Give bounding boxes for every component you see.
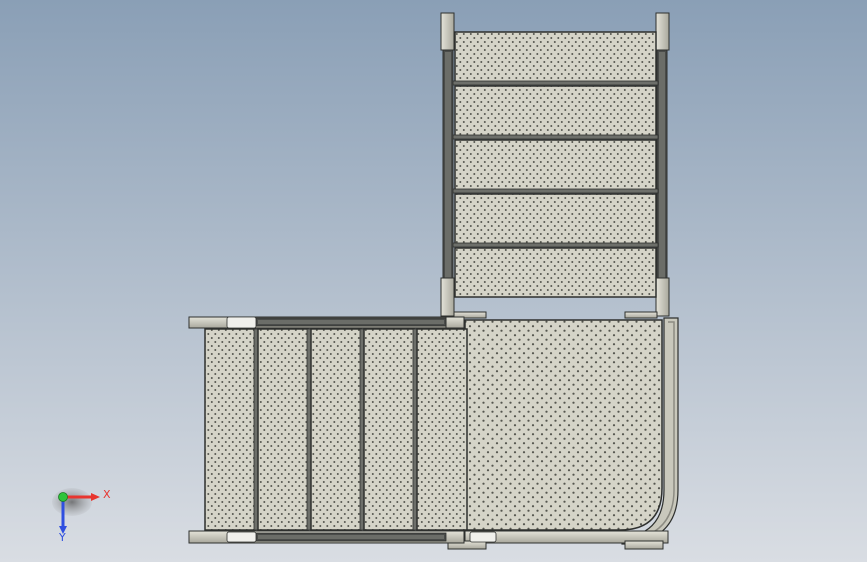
y-axis-label: Y — [58, 531, 66, 544]
lower-tread-2 — [257, 328, 312, 531]
upper-left-stringer — [440, 12, 455, 317]
upper-stair-flight[interactable] — [440, 12, 670, 319]
graphics-viewport[interactable]: X Y — [0, 0, 867, 562]
lower-tread-3 — [310, 328, 365, 531]
upper-right-stringer — [655, 12, 670, 317]
upper-tread-2 — [452, 85, 659, 140]
lower-tread-1 — [204, 328, 259, 531]
lower-tread-5 — [416, 328, 468, 531]
x-axis-label: X — [103, 488, 111, 501]
lower-tread-4 — [363, 328, 418, 531]
upper-tread-1 — [452, 31, 659, 86]
y-axis-indicator — [58, 492, 68, 502]
lower-bottom-stringer — [188, 530, 465, 544]
upper-tread-4 — [452, 193, 659, 248]
upper-tread-3 — [452, 139, 659, 194]
triad-shadow — [52, 488, 92, 516]
landing-foot-right — [624, 540, 664, 550]
landing-plate — [464, 319, 663, 531]
upper-foot-right — [624, 311, 658, 319]
landing-bolt — [469, 531, 497, 543]
upper-tread-5 — [454, 247, 657, 298]
lower-stair-flight[interactable] — [188, 316, 468, 544]
lower-top-stringer — [188, 316, 465, 329]
model-view-svg: X Y — [0, 0, 867, 562]
landing-platform[interactable] — [447, 317, 679, 550]
